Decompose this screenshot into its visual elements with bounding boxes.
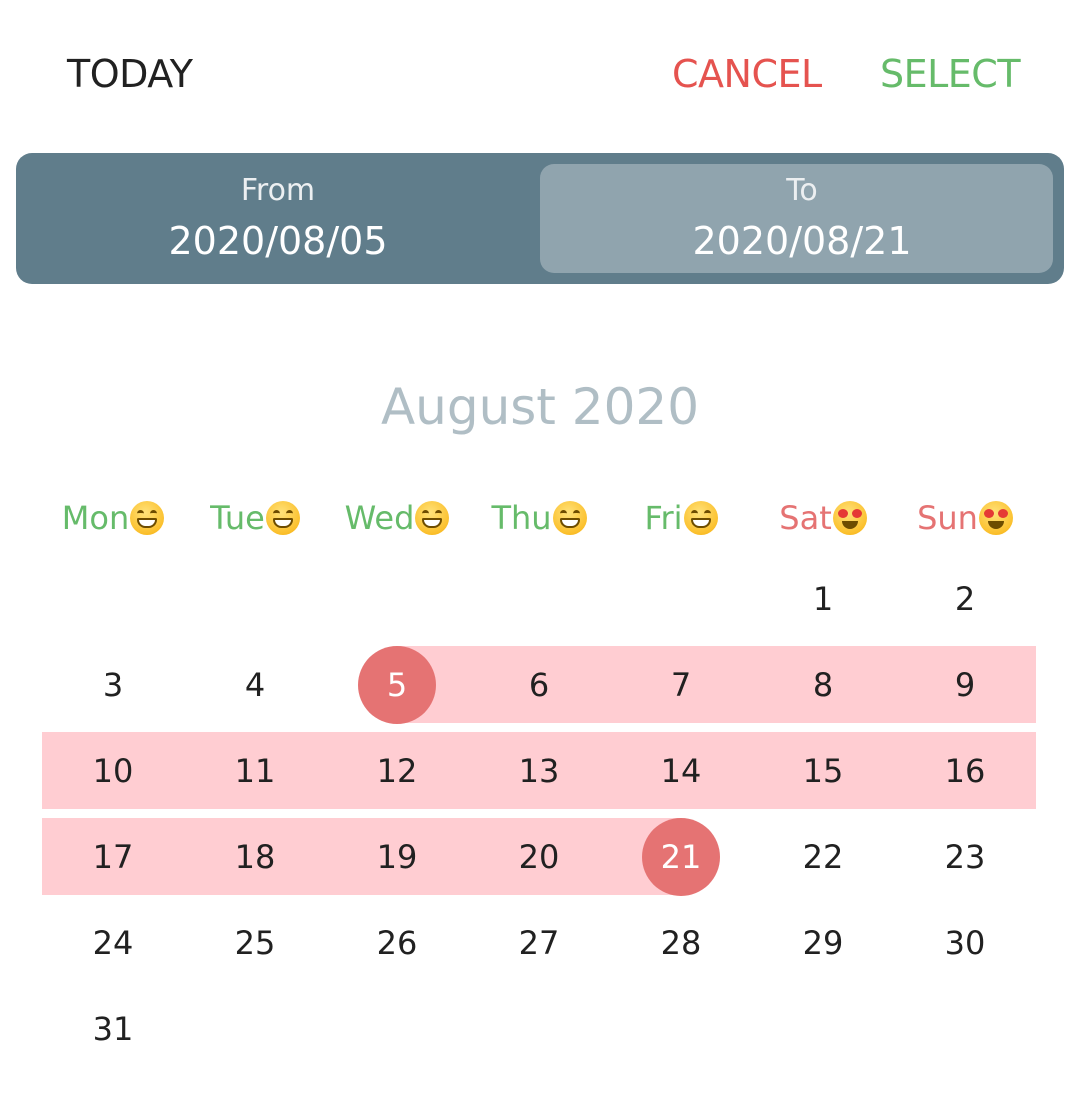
cancel-button[interactable]: CANCEL bbox=[672, 48, 822, 100]
weekday-fri: Fri bbox=[610, 492, 752, 544]
calendar-day[interactable]: 22 bbox=[752, 814, 894, 900]
to-date-tab[interactable]: To 2020/08/21 bbox=[540, 153, 1064, 284]
day-number: 31 bbox=[92, 1010, 134, 1048]
day-number: 22 bbox=[802, 838, 844, 876]
calendar-day[interactable]: 8 bbox=[752, 642, 894, 728]
day-number: 21 bbox=[660, 838, 702, 876]
day-number: 11 bbox=[234, 752, 276, 790]
weekday-label: Mon bbox=[61, 499, 130, 537]
calendar-day[interactable]: 27 bbox=[468, 900, 610, 986]
calendar-day[interactable]: 20 bbox=[468, 814, 610, 900]
calendar-day[interactable]: 17 bbox=[42, 814, 184, 900]
day-number: 6 bbox=[528, 666, 550, 704]
from-date-tab[interactable]: From 2020/08/05 bbox=[16, 153, 540, 284]
day-number: 27 bbox=[518, 924, 560, 962]
calendar-day-grid: 1 2 3 4 5 6 7 8 9 10 11 12 13 14 15 16 17 18 19 20 21 22 23 24 2… bbox=[42, 556, 1038, 1076]
to-date-value: 2020/08/21 bbox=[692, 219, 912, 263]
day-number: 24 bbox=[92, 924, 134, 962]
weekday-label: Tue bbox=[210, 499, 265, 537]
month-title: August 2020 bbox=[380, 378, 700, 436]
day-number: 5 bbox=[386, 666, 408, 704]
weekday-wed: Wed bbox=[326, 492, 468, 544]
day-number: 29 bbox=[802, 924, 844, 962]
calendar-day[interactable]: 14 bbox=[610, 728, 752, 814]
heart-eyes-face-icon bbox=[978, 501, 1013, 535]
day-number: 3 bbox=[102, 666, 124, 704]
calendar-day[interactable]: 10 bbox=[42, 728, 184, 814]
calendar-day[interactable]: 23 bbox=[894, 814, 1036, 900]
calendar-day[interactable]: 1 bbox=[752, 556, 894, 642]
calendar-day[interactable]: 5 bbox=[326, 642, 468, 728]
weekday-header-row: Mon Tue Wed Thu Fri Sat Sun bbox=[42, 492, 1038, 544]
calendar-day[interactable]: 3 bbox=[42, 642, 184, 728]
day-number: 10 bbox=[92, 752, 134, 790]
weekday-label: Thu bbox=[491, 499, 552, 537]
day-number: 25 bbox=[234, 924, 276, 962]
weekday-label: Fri bbox=[644, 499, 683, 537]
day-number: 12 bbox=[376, 752, 418, 790]
day-number: 26 bbox=[376, 924, 418, 962]
calendar-day[interactable]: 29 bbox=[752, 900, 894, 986]
grinning-face-icon bbox=[265, 501, 300, 535]
grinning-face-icon bbox=[415, 501, 450, 535]
day-number: 18 bbox=[234, 838, 276, 876]
calendar-day[interactable]: 31 bbox=[42, 986, 184, 1072]
day-number: 8 bbox=[812, 666, 834, 704]
today-button[interactable]: TODAY bbox=[67, 48, 193, 100]
heart-eyes-face-icon bbox=[832, 501, 867, 535]
calendar-day[interactable]: 13 bbox=[468, 728, 610, 814]
calendar-day[interactable]: 15 bbox=[752, 728, 894, 814]
grinning-face-icon bbox=[130, 501, 165, 535]
calendar-day[interactable]: 30 bbox=[894, 900, 1036, 986]
calendar-day[interactable]: 25 bbox=[184, 900, 326, 986]
calendar-day[interactable]: 4 bbox=[184, 642, 326, 728]
weekday-label: Wed bbox=[344, 499, 415, 537]
calendar-day[interactable]: 18 bbox=[184, 814, 326, 900]
weekday-tue: Tue bbox=[184, 492, 326, 544]
day-number: 28 bbox=[660, 924, 702, 962]
to-label: To bbox=[786, 173, 818, 208]
weekday-label: Sun bbox=[917, 499, 978, 537]
calendar-day[interactable]: 16 bbox=[894, 728, 1036, 814]
day-number: 23 bbox=[944, 838, 986, 876]
day-number: 19 bbox=[376, 838, 418, 876]
day-number: 2 bbox=[954, 580, 976, 618]
calendar-day[interactable]: 6 bbox=[468, 642, 610, 728]
day-number: 13 bbox=[518, 752, 560, 790]
day-number: 30 bbox=[944, 924, 986, 962]
date-range-selector: From 2020/08/05 To 2020/08/21 bbox=[16, 153, 1064, 284]
weekday-sun: Sun bbox=[894, 492, 1036, 544]
calendar-day[interactable]: 26 bbox=[326, 900, 468, 986]
calendar-day[interactable]: 19 bbox=[326, 814, 468, 900]
day-number: 15 bbox=[802, 752, 844, 790]
day-number: 1 bbox=[812, 580, 834, 618]
calendar-day[interactable]: 24 bbox=[42, 900, 184, 986]
day-number: 4 bbox=[244, 666, 266, 704]
day-number: 14 bbox=[660, 752, 702, 790]
day-number: 9 bbox=[954, 666, 976, 704]
day-number: 7 bbox=[670, 666, 692, 704]
weekday-mon: Mon bbox=[42, 492, 184, 544]
calendar-day[interactable]: 11 bbox=[184, 728, 326, 814]
weekday-sat: Sat bbox=[752, 492, 894, 544]
calendar-day[interactable]: 9 bbox=[894, 642, 1036, 728]
day-number: 17 bbox=[92, 838, 134, 876]
calendar-day[interactable]: 2 bbox=[894, 556, 1036, 642]
date-range-picker-dialog: TODAY CANCEL SELECT From 2020/08/05 To 2… bbox=[0, 0, 1080, 1112]
from-label: From bbox=[240, 173, 316, 208]
calendar-day[interactable]: 12 bbox=[326, 728, 468, 814]
weekday-thu: Thu bbox=[468, 492, 610, 544]
dialog-toolbar: TODAY CANCEL SELECT bbox=[0, 0, 1080, 150]
weekday-label: Sat bbox=[779, 499, 832, 537]
day-number: 20 bbox=[518, 838, 560, 876]
calendar-day[interactable]: 21 bbox=[610, 814, 752, 900]
from-date-value: 2020/08/05 bbox=[168, 219, 388, 263]
grinning-face-icon bbox=[683, 501, 718, 535]
calendar-day[interactable]: 28 bbox=[610, 900, 752, 986]
grinning-face-icon bbox=[552, 501, 587, 535]
calendar-day[interactable]: 7 bbox=[610, 642, 752, 728]
day-number: 16 bbox=[944, 752, 986, 790]
select-button[interactable]: SELECT bbox=[880, 48, 1021, 100]
